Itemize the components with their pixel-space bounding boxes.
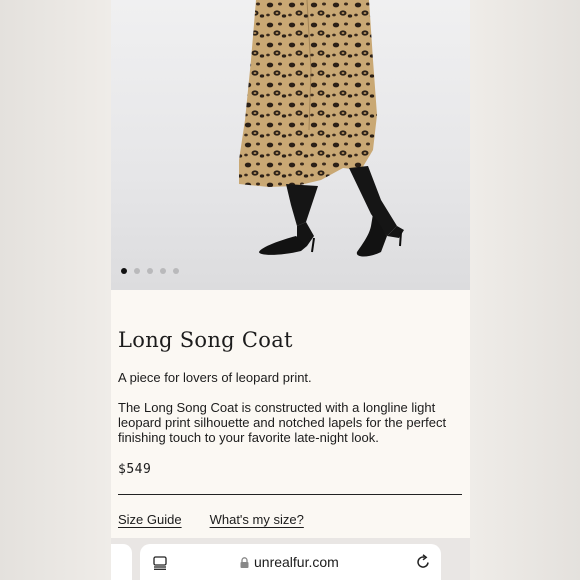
previous-tab[interactable] xyxy=(111,544,132,580)
divider xyxy=(118,494,462,495)
reload-icon[interactable] xyxy=(415,554,431,570)
background-left xyxy=(0,0,111,580)
leopard-coat-photo xyxy=(239,0,404,257)
phone-screen: Long Song Coat A piece for lovers of leo… xyxy=(111,0,470,580)
product-image[interactable] xyxy=(111,0,470,290)
browser-toolbar: unrealfur.com xyxy=(111,538,470,580)
carousel-dot-5[interactable] xyxy=(173,268,179,274)
size-links: Size Guide What's my size? xyxy=(118,512,304,527)
carousel-dot-2[interactable] xyxy=(134,268,140,274)
reader-icon[interactable] xyxy=(153,556,167,570)
url-text: unrealfur.com xyxy=(254,554,339,570)
carousel-dot-3[interactable] xyxy=(147,268,153,274)
whats-my-size-link[interactable]: What's my size? xyxy=(210,512,304,527)
carousel-dot-1[interactable] xyxy=(121,268,127,274)
size-guide-link[interactable]: Size Guide xyxy=(118,512,182,527)
background-right xyxy=(470,0,580,580)
carousel-dot-4[interactable] xyxy=(160,268,166,274)
product-tagline: A piece for lovers of leopard print. xyxy=(118,370,312,385)
product-description: The Long Song Coat is constructed with a… xyxy=(118,400,447,445)
product-price: $549 xyxy=(118,462,152,477)
product-title: Long Song Coat xyxy=(118,328,293,352)
address-bar[interactable]: unrealfur.com xyxy=(140,544,441,580)
lock-icon xyxy=(240,556,249,568)
carousel-dots xyxy=(121,268,179,274)
